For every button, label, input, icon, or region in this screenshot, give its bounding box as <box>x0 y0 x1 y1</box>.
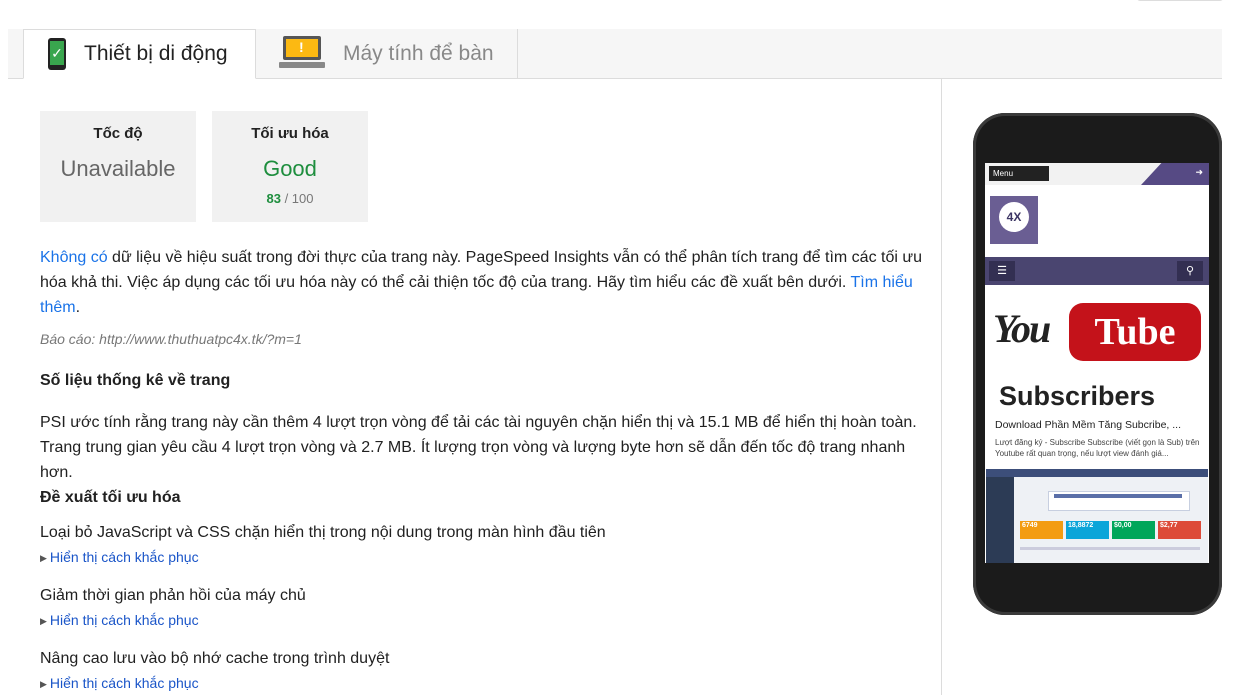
suggestions-heading: Đề xuất tối ưu hóa <box>40 489 181 506</box>
suggestions-section: Đề xuất tối ưu hóa <box>40 485 930 510</box>
show-fix-label: Hiển thị cách khắc phục <box>49 675 199 691</box>
device-tabs: ✓ Thiết bị di động Máy tính để bàn <box>8 29 1222 79</box>
preview-post-desc: Lượt đăng ký - Subscribe Subscribe (viết… <box>995 438 1200 458</box>
intro-paragraph: Không có dữ liệu về hiệu suất trong đời … <box>40 245 930 320</box>
hamburger-icon: ☰ <box>989 261 1015 281</box>
preview-logo: 4X <box>990 196 1038 244</box>
optimization-value: Good <box>263 156 317 181</box>
banner-subscribers: Subscribers <box>999 381 1156 411</box>
suggestion-item: Giảm thời gian phản hồi của máy chủ ▶ Hiể… <box>40 583 930 634</box>
suggestion-title: Loại bỏ JavaScript và CSS chặn hiển thị … <box>40 524 606 541</box>
tab-mobile[interactable]: ✓ Thiết bị di động <box>23 29 256 79</box>
preview-banner: You Tube Subscribers <box>991 299 1203 411</box>
speed-title: Tốc độ <box>93 125 143 142</box>
preview-logo-text: 4X <box>999 202 1029 232</box>
panel-divider <box>941 79 942 695</box>
dash-tile: 6749 <box>1020 521 1063 539</box>
tab-mobile-label: Thiết bị di động <box>84 42 228 65</box>
score-max: / 100 <box>284 191 314 206</box>
preview-dashboard-image: 6749 18,8872 $0,00 $2,77 <box>986 469 1208 563</box>
show-fix-label: Hiển thị cách khắc phục <box>49 549 199 565</box>
intro-tail: . <box>75 299 81 316</box>
dash-tile: 18,8872 <box>1066 521 1109 539</box>
top-right-button[interactable] <box>1137 0 1223 1</box>
intro-text: dữ liệu về hiệu suất trong đời thực của … <box>40 249 922 291</box>
stats-heading: Số liệu thống kê về trang <box>40 372 231 389</box>
preview-navbar: ☰ ⚲ <box>985 257 1209 285</box>
show-fix-link[interactable]: ▶ Hiển thị cách khắc phục <box>40 545 930 571</box>
stats-section: Số liệu thống kê về trang <box>40 368 930 393</box>
suggestion-title: Giảm thời gian phản hồi của máy chủ <box>40 587 306 604</box>
optimization-title: Tối ưu hóa <box>251 125 329 142</box>
score-value: 83 <box>266 191 281 206</box>
optimization-score: 83 / 100 <box>212 191 368 206</box>
show-fix-label: Hiển thị cách khắc phục <box>49 612 199 628</box>
tab-desktop[interactable]: Máy tính để bàn <box>256 29 518 78</box>
expand-triangle-icon: ▶ <box>40 616 47 626</box>
tab-desktop-label: Máy tính để bàn <box>343 41 494 65</box>
preview-menu-select: Menu <box>989 166 1049 181</box>
desktop-icon <box>279 35 325 72</box>
report-url: Báo cáo: http://www.thuthuatpc4x.tk/?m=1 <box>40 331 302 347</box>
expand-triangle-icon: ▶ <box>40 553 47 563</box>
login-icon: ➜ <box>1195 167 1203 177</box>
preview-post-title: Download Phần Mềm Tăng Subcribe, ... <box>995 419 1181 431</box>
show-fix-link[interactable]: ▶ Hiển thị cách khắc phục <box>40 608 930 634</box>
stats-text: PSI ước tính rằng trang này cần thêm 4 l… <box>40 414 917 481</box>
suggestion-item: Nâng cao lưu vào bộ nhớ cache trong trìn… <box>40 646 930 697</box>
dash-tile: $2,77 <box>1158 521 1201 539</box>
phone-screen: Menu ➜ 4X ☰ ⚲ You Tube Subscribers Downl… <box>985 163 1209 563</box>
suggestion-title: Nâng cao lưu vào bộ nhớ cache trong trìn… <box>40 650 390 667</box>
show-fix-link[interactable]: ▶ Hiển thị cách khắc phục <box>40 671 930 697</box>
speed-card: Tốc độ Unavailable <box>40 111 196 222</box>
speed-value: Unavailable <box>60 156 176 181</box>
mobile-icon: ✓ <box>48 38 66 70</box>
no-data-link[interactable]: Không có <box>40 249 108 266</box>
dash-tile: $0,00 <box>1112 521 1155 539</box>
phone-preview: Menu ➜ 4X ☰ ⚲ You Tube Subscribers Downl… <box>973 113 1222 615</box>
search-icon: ⚲ <box>1177 261 1203 281</box>
banner-tube: Tube <box>1069 303 1201 361</box>
banner-you: You <box>993 306 1051 351</box>
optimization-card: Tối ưu hóa Good 83 / 100 <box>212 111 368 222</box>
suggestion-item: Loại bỏ JavaScript và CSS chặn hiển thị … <box>40 520 930 571</box>
expand-triangle-icon: ▶ <box>40 679 47 689</box>
